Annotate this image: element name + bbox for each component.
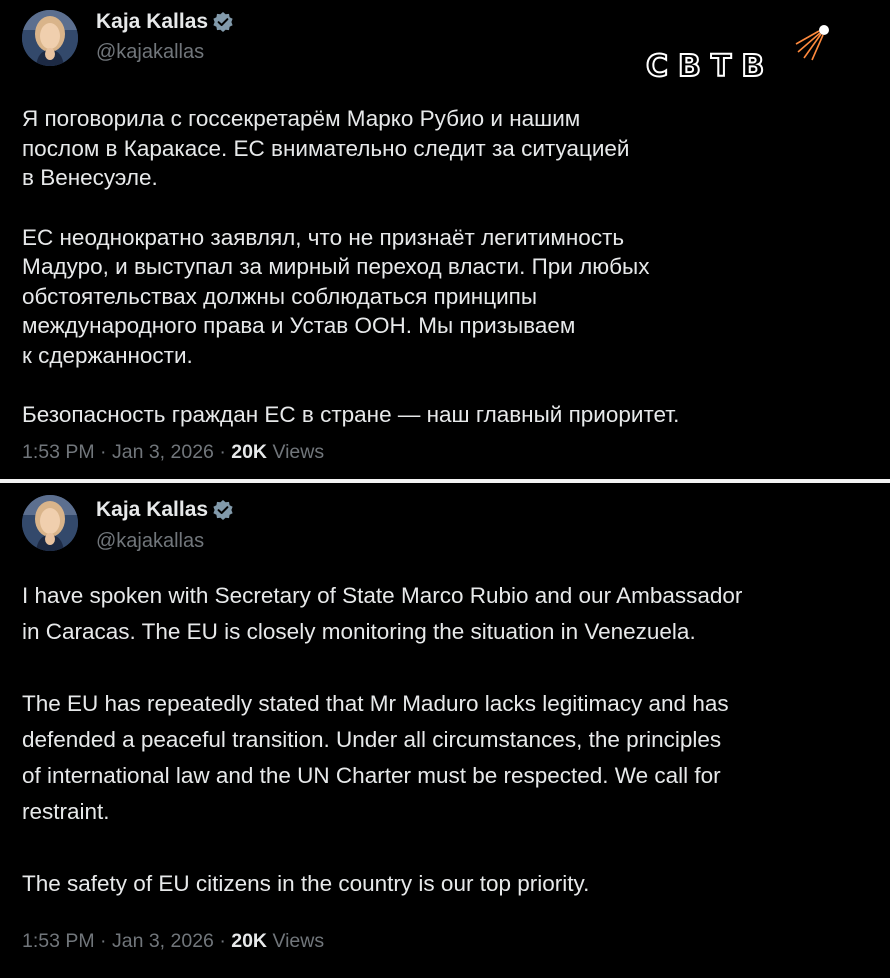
- post-date[interactable]: Jan 3, 2026: [112, 930, 214, 952]
- sputnik-icon: [794, 18, 842, 62]
- logo-text: СВТВ: [645, 49, 775, 85]
- meta-separator: ·: [100, 441, 112, 463]
- meta-separator: ·: [219, 441, 232, 463]
- post-paragraph: Я поговорила с госсекретарём Марко Рубио…: [22, 106, 630, 190]
- post-time[interactable]: 1:53 PM: [22, 930, 95, 952]
- post-meta: 1:53 PM · Jan 3, 2026 · 20K Views: [22, 440, 324, 464]
- post-paragraph: The safety of EU citizens in the country…: [22, 871, 590, 896]
- views-label: Views: [272, 441, 325, 463]
- views-label: Views: [272, 930, 325, 952]
- post-text: I have spoken with Secretary of State Ma…: [22, 578, 872, 938]
- meta-separator: ·: [100, 930, 112, 952]
- views-count[interactable]: 20K: [231, 930, 267, 952]
- post-paragraph: ЕС неоднократно заявлял, что не признаёт…: [22, 224, 650, 368]
- post-paragraph: The EU has repeatedly stated that Mr Mad…: [22, 691, 729, 824]
- views-count[interactable]: 20K: [231, 441, 267, 463]
- author-handle[interactable]: @kajakallas: [96, 40, 204, 64]
- post-meta: 1:53 PM · Jan 3, 2026 · 20K Views: [22, 929, 324, 953]
- meta-separator: ·: [219, 930, 232, 952]
- author-name[interactable]: Kaja Kallas: [96, 498, 208, 522]
- avatar[interactable]: [22, 10, 78, 66]
- post-russian: Kaja Kallas @kajakallas СВТВ Я поговорил…: [0, 0, 890, 480]
- svtv-logo: СВТВ: [645, 18, 842, 85]
- author-name-row: Kaja Kallas: [96, 10, 234, 34]
- author-handle[interactable]: @kajakallas: [96, 529, 204, 553]
- post-date[interactable]: Jan 3, 2026: [112, 441, 214, 463]
- author-name-row: Kaja Kallas: [96, 498, 234, 522]
- post-paragraph: I have spoken with Secretary of State Ma…: [22, 583, 743, 644]
- verified-badge-icon: [212, 11, 234, 33]
- post-time[interactable]: 1:53 PM: [22, 441, 95, 463]
- post-paragraph: Безопасность граждан ЕС в стране — наш г…: [22, 402, 680, 427]
- verified-badge-icon: [212, 499, 234, 521]
- post-english: Kaja Kallas @kajakallas I have spoken wi…: [0, 483, 890, 978]
- avatar[interactable]: [22, 495, 78, 551]
- author-name[interactable]: Kaja Kallas: [96, 10, 208, 34]
- post-text: Я поговорила с госсекретарём Марко Рубио…: [22, 104, 872, 460]
